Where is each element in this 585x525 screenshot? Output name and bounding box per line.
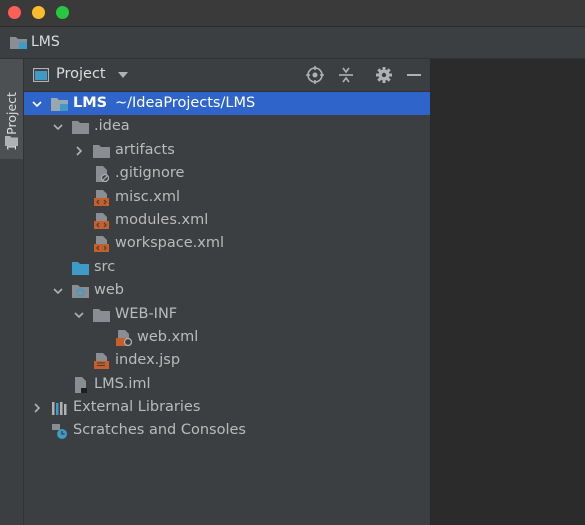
project-tree: LMS ~/IdeaProjects/LMS .idea artifacts .…: [24, 92, 430, 443]
folder-icon: [72, 121, 89, 135]
project-panel: Project LMS ~/IdeaProjects/LMS .idea art…: [24, 59, 430, 525]
folder-icon: [5, 136, 18, 146]
tree-item-label: WEB-INF: [115, 305, 178, 322]
tree-item-label: artifacts: [115, 141, 175, 158]
window-title-bar: [0, 0, 585, 27]
project-folder-icon: [10, 37, 27, 49]
xml-file-icon: [94, 212, 109, 229]
project-view-selector[interactable]: Project: [56, 66, 106, 82]
tree-item-label: .idea: [94, 118, 130, 135]
collapse-all-icon[interactable]: [337, 66, 355, 84]
ignore-file-icon: [96, 166, 110, 183]
tree-item-web-xml[interactable]: web.xml: [24, 326, 430, 349]
tree-item-idea-folder[interactable]: .idea: [24, 115, 430, 138]
tree-item-label: LMS.iml: [94, 375, 151, 392]
xml-file-icon: [94, 236, 109, 253]
tree-item-label: workspace.xml: [115, 235, 224, 252]
tree-item-label: misc.xml: [115, 188, 181, 205]
tree-item-artifacts-folder[interactable]: artifacts: [24, 139, 430, 162]
tree-item-label: modules.xml: [115, 211, 209, 228]
tree-item-label: Scratches and Consoles: [73, 422, 246, 439]
tree-item-label: .gitignore: [115, 165, 185, 182]
tree-item-label: External Libraries: [73, 399, 201, 416]
editor-area[interactable]: [431, 59, 585, 525]
tree-item-lms-root[interactable]: LMS ~/IdeaProjects/LMS: [24, 92, 430, 116]
tree-item-web-folder[interactable]: web: [24, 279, 430, 302]
web-folder-icon: [72, 285, 89, 299]
chevron-down-icon[interactable]: [53, 286, 63, 296]
tree-item-src-folder[interactable]: src: [24, 256, 430, 279]
project-view-icon: [33, 68, 49, 82]
tree-item-misc-xml[interactable]: misc.xml: [24, 186, 430, 209]
tree-item-label: src: [94, 258, 116, 275]
tree-item-scratches-consoles[interactable]: Scratches and Consoles: [24, 419, 430, 442]
chevron-right-icon[interactable]: [74, 146, 84, 156]
chevron-down-icon[interactable]: [118, 72, 128, 78]
source-folder-icon: [72, 261, 89, 275]
minimize-window-button[interactable]: [32, 6, 45, 19]
chevron-right-icon[interactable]: [32, 403, 42, 413]
scratches-icon: [52, 424, 67, 440]
tree-item-modules-xml[interactable]: modules.xml: [24, 209, 430, 232]
jsp-file-icon: [94, 353, 109, 370]
chevron-down-icon[interactable]: [74, 310, 84, 320]
maximize-window-button[interactable]: [56, 6, 69, 19]
tool-window-strip: 1: Project: [0, 59, 24, 525]
folder-icon: [93, 144, 110, 158]
xml-file-icon: [94, 189, 109, 206]
project-folder-icon: [51, 98, 68, 111]
chevron-down-icon[interactable]: [53, 122, 63, 132]
tree-item-gitignore-file[interactable]: .gitignore: [24, 162, 430, 185]
settings-gear-icon[interactable]: [375, 66, 393, 84]
hide-minus-icon[interactable]: [405, 66, 423, 84]
breadcrumb-project[interactable]: LMS: [31, 34, 60, 50]
folder-icon: [93, 308, 110, 322]
tree-item-label: LMS: [73, 95, 108, 111]
locate-icon[interactable]: [306, 66, 324, 84]
tree-item-path: ~/IdeaProjects/LMS: [115, 95, 256, 111]
close-window-button[interactable]: [8, 6, 21, 19]
tree-item-index-jsp[interactable]: index.jsp: [24, 349, 430, 372]
project-tool-tab[interactable]: 1: Project: [0, 59, 23, 159]
tree-item-external-libraries[interactable]: External Libraries: [24, 396, 430, 419]
web-descriptor-icon: [116, 329, 132, 346]
tree-item-label: index.jsp: [115, 352, 181, 369]
navigation-bar: LMS: [0, 27, 585, 59]
tree-item-label: web: [94, 282, 124, 299]
tree-item-workspace-xml[interactable]: workspace.xml: [24, 232, 430, 255]
tree-item-webinf-folder[interactable]: WEB-INF: [24, 303, 430, 326]
tree-item-lms-iml[interactable]: LMS.iml: [24, 373, 430, 396]
tree-item-label: web.xml: [137, 328, 199, 345]
library-icon: [52, 402, 67, 416]
chevron-down-icon[interactable]: [32, 99, 42, 109]
project-panel-header: Project: [24, 59, 430, 92]
module-file-icon: [75, 376, 87, 393]
